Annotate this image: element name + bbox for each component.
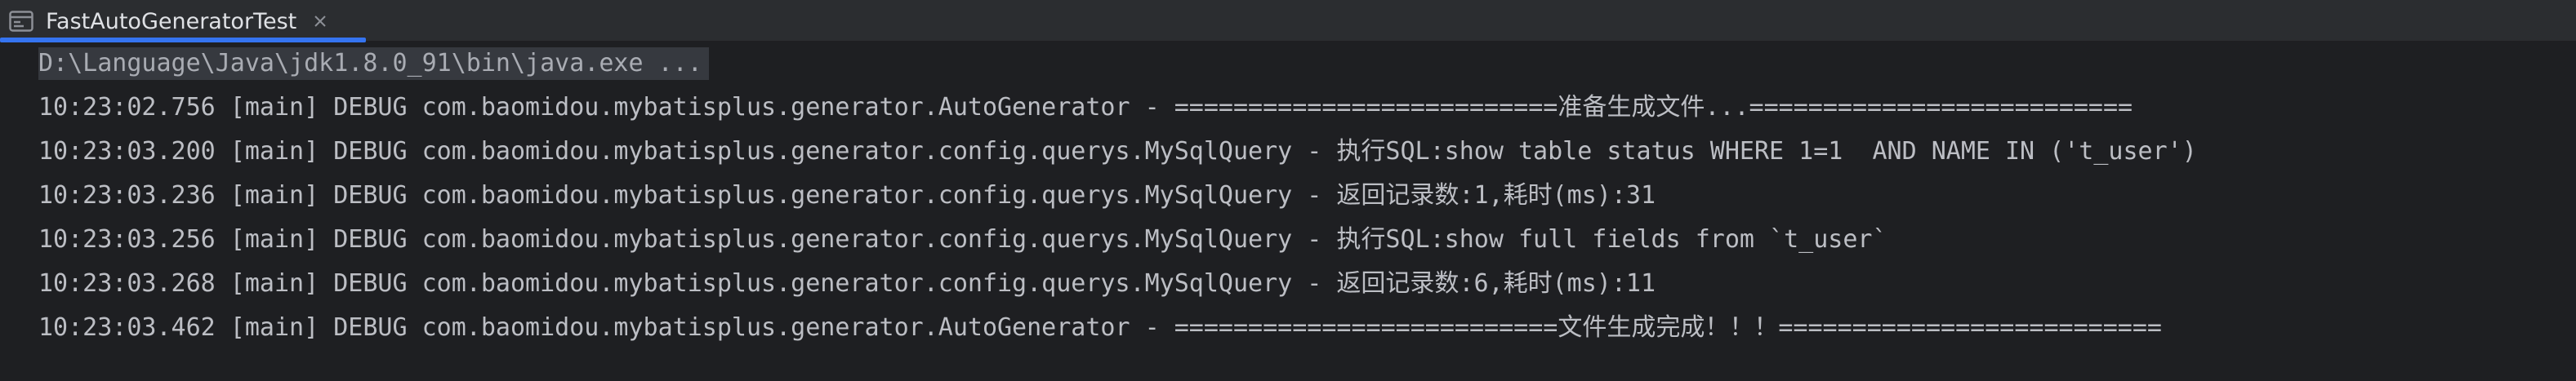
console-log-line: 10:23:03.256 [main] DEBUG com.baomidou.m… bbox=[38, 225, 1887, 254]
console-log-line: 10:23:03.268 [main] DEBUG com.baomidou.m… bbox=[38, 269, 1656, 298]
console-icon bbox=[8, 10, 34, 33]
tab-fast-auto-generator-test[interactable]: FastAutoGeneratorTest bbox=[0, 0, 366, 42]
close-icon[interactable] bbox=[311, 12, 329, 30]
console-log-line: 10:23:02.756 [main] DEBUG com.baomidou.m… bbox=[38, 93, 2133, 122]
console-command-line[interactable]: D:\Language\Java\jdk1.8.0_91\bin\java.ex… bbox=[38, 47, 709, 80]
console-output[interactable]: D:\Language\Java\jdk1.8.0_91\bin\java.ex… bbox=[0, 44, 2576, 381]
console-log-line: 10:23:03.236 [main] DEBUG com.baomidou.m… bbox=[38, 181, 1656, 210]
console-log-line: 10:23:03.462 [main] DEBUG com.baomidou.m… bbox=[38, 313, 2162, 342]
tab-bar: FastAutoGeneratorTest bbox=[0, 0, 2576, 42]
tab-label: FastAutoGeneratorTest bbox=[46, 8, 297, 34]
active-tab-indicator bbox=[0, 38, 366, 42]
console-log-line: 10:23:03.200 [main] DEBUG com.baomidou.m… bbox=[38, 137, 2197, 166]
run-tool-window: FastAutoGeneratorTest D:\Language\Java\j… bbox=[0, 0, 2576, 381]
